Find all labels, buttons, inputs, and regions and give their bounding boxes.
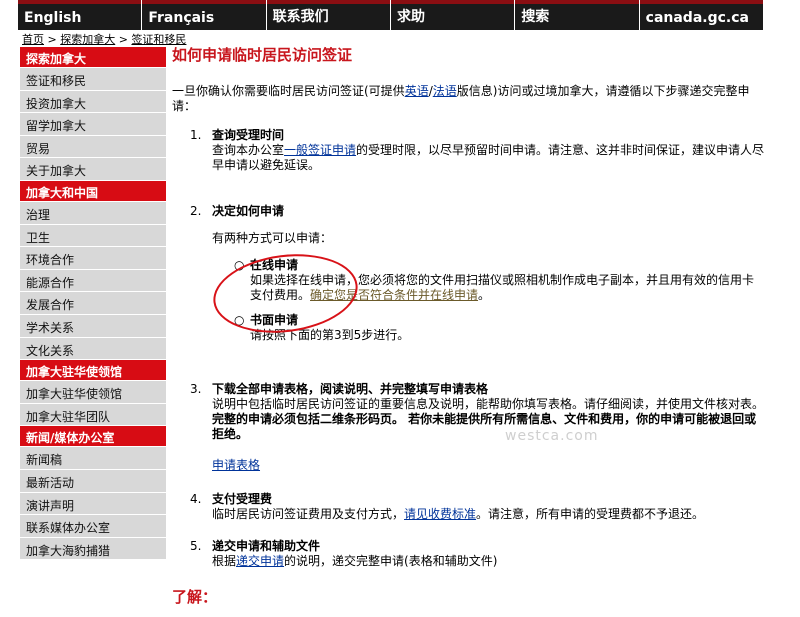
french-link[interactable]: 法语 (433, 84, 457, 98)
sidebar-item-team[interactable]: 加拿大驻华团队 (20, 403, 166, 427)
step-heading: 决定如何申请 (212, 204, 285, 218)
step-number: 2. (190, 204, 202, 218)
sidebar-item-media-contact[interactable]: 联系媒体办公室 (20, 515, 166, 538)
english-link[interactable]: 英语 (405, 84, 429, 98)
step-text-end: 。请注意，所有申请的受理费都不予退还。 (476, 507, 705, 521)
general-visa-link[interactable]: 一般签证申请 (284, 143, 356, 157)
application-forms-link[interactable]: 申请表格 (212, 458, 260, 472)
nav-english[interactable]: English (18, 0, 143, 30)
sidebar-item-seal-hunt[interactable]: 加拿大海豹捕猎 (20, 537, 166, 561)
nav-help[interactable]: 求助 (391, 0, 516, 30)
step-number: 4. (190, 492, 202, 506)
intro-text: 一旦你确认你需要临时居民访问签证(可提供 (172, 84, 405, 98)
step-number: 1. (190, 128, 202, 142)
step-warning: 完整的申请必须包括二维条形码页。 若你未能提供所有所需信息、文件和费用，你的申请… (212, 412, 757, 441)
sidebar-item-trade[interactable]: 贸易 (20, 135, 166, 159)
sidebar-item-invest[interactable]: 投资加拿大 (20, 90, 166, 114)
option-text: 请按照下面的第3到5步进行。 (250, 328, 410, 342)
nav-canada-gc-ca[interactable]: canada.gc.ca (640, 0, 763, 30)
step-lead: 有两种方式可以申请： (212, 231, 333, 245)
sidebar-item-study[interactable]: 留学加拿大 (20, 113, 166, 136)
sidebar-item-environment[interactable]: 环境合作 (20, 247, 166, 270)
sidebar-item-visa[interactable]: 签证和移民 (20, 68, 166, 91)
sidebar-item-missions[interactable]: 加拿大驻华使领馆 (20, 381, 166, 404)
step-heading: 查询受理时间 (212, 128, 285, 142)
step-number: 5. (190, 539, 202, 553)
sidebar: 探索加拿大 签证和移民 投资加拿大 留学加拿大 贸易 关于加拿大 加拿大和中国 … (20, 47, 166, 561)
learn-more-heading: 了解： (172, 588, 218, 606)
sidebar-item-academic[interactable]: 学术关系 (20, 314, 166, 338)
sidebar-item-health[interactable]: 卫生 (20, 224, 166, 248)
sidebar-item-events[interactable]: 最新活动 (20, 469, 166, 493)
sidebar-item-speeches[interactable]: 演讲声明 (20, 492, 166, 516)
step-text: 查询本办公室 (212, 143, 285, 157)
step-number: 3. (190, 382, 202, 396)
step-heading: 递交申请和辅助文件 (212, 539, 321, 553)
sidebar-heading-explore[interactable]: 探索加拿大 (20, 47, 166, 68)
sidebar-item-culture[interactable]: 文化关系 (20, 337, 166, 361)
main-content: 如何申请临时居民访问签证 一旦你确认你需要临时居民访问签证(可提供英语/法语版信… (172, 44, 767, 568)
breadcrumb-separator: > (44, 33, 61, 46)
step-text: 临时居民访问签证费用及支付方式， (212, 507, 405, 521)
breadcrumb-separator: > (115, 33, 132, 46)
option-text-end: 。 (478, 288, 491, 302)
breadcrumb-explore-canada[interactable]: 探索加拿大 (60, 33, 115, 46)
fee-schedule-link[interactable]: 请见收费标准 (404, 507, 476, 521)
watermark: westca.com (505, 428, 599, 444)
sidebar-heading-canada-china[interactable]: 加拿大和中国 (20, 180, 166, 202)
sidebar-item-governance[interactable]: 治理 (20, 201, 166, 225)
nav-contact-us[interactable]: 联系我们 (267, 0, 391, 30)
step-text: 根据 (212, 554, 237, 568)
step-heading: 支付受理费 (212, 492, 273, 506)
top-navigation-bar: English Français 联系我们 求助 搜索 canada.gc.ca (18, 0, 763, 30)
sidebar-heading-media[interactable]: 新闻/媒体办公室 (20, 426, 166, 448)
nav-french[interactable]: Français (142, 0, 267, 30)
sidebar-item-about[interactable]: 关于加拿大 (20, 158, 166, 181)
sidebar-item-news-releases[interactable]: 新闻稿 (20, 447, 166, 470)
step-heading: 下载全部申请表格，阅读说明、并完整填写申请表格 (212, 382, 489, 396)
step-3: 3. 下载全部申请表格，阅读说明、并完整填写申请表格 说明中包括临时居民访问签证… (190, 382, 765, 473)
step-4: 4. 支付受理费 临时居民访问签证费用及支付方式，请见收费标准。请注意，所有申请… (190, 492, 765, 522)
step-5: 5. 递交申请和辅助文件 根据递交申请的说明，递交完整申请(表格和辅助文件) (190, 539, 765, 569)
step-1: 1. 查询受理时间 查询本办公室一般签证申请的受理时限，以尽早预留时间申请。请注… (190, 128, 765, 173)
sidebar-item-development[interactable]: 发展合作 (20, 292, 166, 315)
intro-paragraph: 一旦你确认你需要临时居民访问签证(可提供英语/法语版信息)访问或过境加拿大，请遵… (172, 84, 767, 114)
sidebar-heading-missions[interactable]: 加拿大驻华使领馆 (20, 360, 166, 382)
submit-application-link[interactable]: 递交申请 (236, 554, 284, 568)
nav-search[interactable]: 搜索 (515, 0, 640, 30)
sidebar-item-energy[interactable]: 能源合作 (20, 269, 166, 293)
step-text-end: 的说明，递交完整申请(表格和辅助文件) (284, 554, 498, 568)
breadcrumb: 首页 > 探索加拿大 > 签证和移民 (22, 31, 186, 47)
breadcrumb-home[interactable]: 首页 (22, 33, 44, 46)
step-text: 说明中包括临时居民访问签证的重要信息及说明，能帮助你填写表格。请仔细阅读，并使用… (212, 397, 765, 411)
page-title: 如何申请临时居民访问签证 (172, 46, 353, 64)
